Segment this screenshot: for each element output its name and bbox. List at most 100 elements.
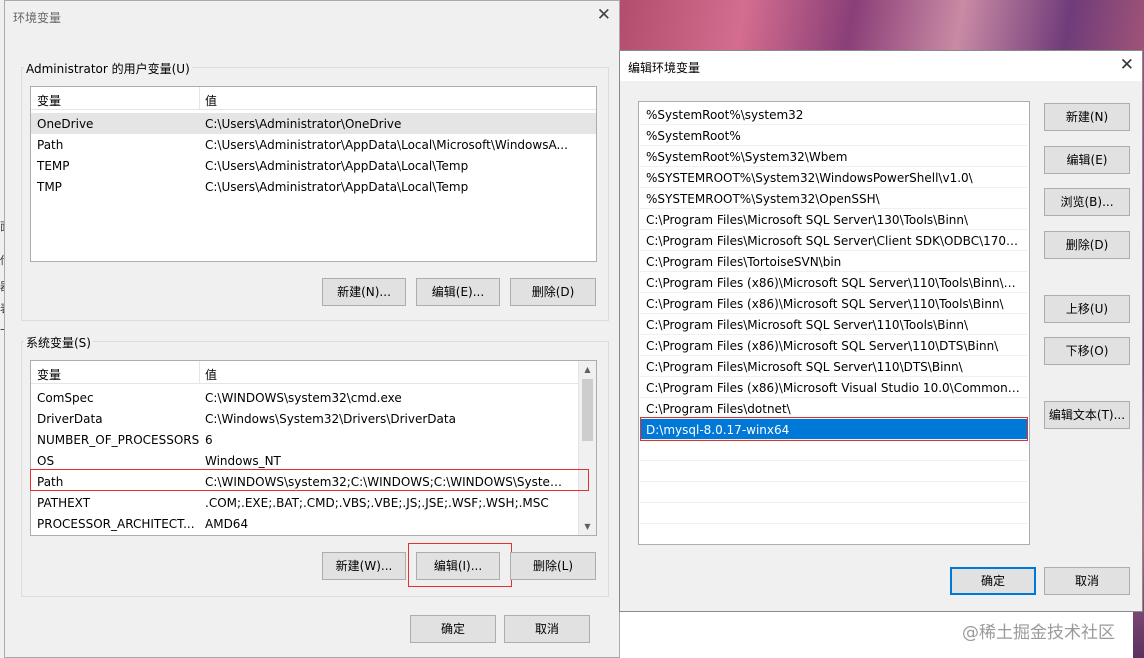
path-entry-text: C:\Program Files\Microsoft SQL Server\13… <box>646 213 969 227</box>
browse-button[interactable]: 浏览(B)... <box>1044 188 1130 216</box>
list-item[interactable]: C:\Program Files\Microsoft SQL Server\11… <box>640 314 1028 335</box>
list-item[interactable]: C:\Program Files (x86)\Microsoft SQL Ser… <box>640 335 1028 356</box>
path-entry-text: %SYSTEMROOT%\System32\OpenSSH\ <box>646 192 880 206</box>
cancel-button[interactable]: 取消 <box>504 615 590 643</box>
environment-variables-dialog: 环境变量 ✕ Administrator 的用户变量(U) 变量 值 OneDr… <box>4 0 620 658</box>
edit-path-button[interactable]: 编辑(E) <box>1044 146 1130 174</box>
empty-list-row[interactable] <box>640 461 1028 482</box>
var-name: PROCESSOR_ARCHITECT... <box>37 517 195 531</box>
system-variables-list[interactable]: 变量 值 ComSpec C:\WINDOWS\system32\cmd.exe… <box>30 360 597 536</box>
list-item[interactable]: C:\Program Files\Microsoft SQL Server\13… <box>640 209 1028 230</box>
empty-list-row[interactable] <box>640 482 1028 503</box>
var-value: C:\Users\Administrator\AppData\Local\Tem… <box>205 159 469 173</box>
scroll-up-icon[interactable]: ▲ <box>579 361 596 378</box>
var-value: Windows_NT <box>205 454 281 468</box>
list-item[interactable]: C:\Program Files\TortoiseSVN\bin <box>640 251 1028 272</box>
cancel-button[interactable]: 取消 <box>1044 567 1130 595</box>
list-item[interactable]: C:\Program Files (x86)\Microsoft SQL Ser… <box>640 272 1028 293</box>
table-row[interactable]: TEMP C:\Users\Administrator\AppData\Loca… <box>31 155 596 176</box>
title-bar[interactable]: 编辑环境变量 ✕ <box>620 51 1142 81</box>
column-header-value[interactable]: 值 <box>205 92 217 109</box>
list-item[interactable]: C:\Program Files\Microsoft SQL Server\Cl… <box>640 230 1028 251</box>
column-separator <box>199 87 200 109</box>
watermark: @稀土掘金技术社区 <box>962 623 1115 643</box>
table-row[interactable]: OS Windows_NT <box>31 450 579 471</box>
vertical-scrollbar[interactable]: ▲ ▼ <box>578 361 596 535</box>
dialog-title: 环境变量 <box>13 11 62 25</box>
table-row[interactable]: DriverData C:\Windows\System32\Drivers\D… <box>31 408 579 429</box>
user-edit-button[interactable]: 编辑(E)... <box>416 278 500 306</box>
user-variables-list[interactable]: 变量 值 OneDrive C:\Users\Administrator\One… <box>30 86 597 262</box>
column-header-variable[interactable]: 变量 <box>37 92 61 109</box>
var-name: PATHEXT <box>37 496 91 510</box>
var-value: C:\Windows\System32\Drivers\DriverData <box>205 412 456 426</box>
path-entry-text: C:\Program Files\Microsoft SQL Server\11… <box>646 318 969 332</box>
path-entry-text: %SYSTEMROOT%\System32\WindowsPowerShell\… <box>646 171 973 185</box>
path-entries-list[interactable]: %SystemRoot%\system32 %SystemRoot% %Syst… <box>638 101 1030 545</box>
var-name: TMP <box>37 180 62 194</box>
user-new-button[interactable]: 新建(N)... <box>322 278 406 306</box>
list-header: 变量 值 <box>31 361 579 384</box>
path-entry-text: %SystemRoot%\System32\Wbem <box>646 150 848 164</box>
list-item[interactable]: %SystemRoot%\System32\Wbem <box>640 146 1028 167</box>
column-header-value[interactable]: 值 <box>205 366 217 383</box>
var-value: C:\Users\Administrator\OneDrive <box>205 117 402 131</box>
var-name: DriverData <box>37 412 103 426</box>
var-value: 6 <box>205 433 213 447</box>
table-row[interactable]: PROCESSOR_ARCHITECT... AMD64 <box>31 513 579 534</box>
move-down-button[interactable]: 下移(O) <box>1044 337 1130 365</box>
system-variables-label: 系统变量(S) <box>24 334 93 351</box>
list-item[interactable]: %SYSTEMROOT%\System32\OpenSSH\ <box>640 188 1028 209</box>
path-entry-text: C:\Program Files\TortoiseSVN\bin <box>646 255 842 269</box>
delete-path-button[interactable]: 删除(D) <box>1044 231 1130 259</box>
scroll-down-icon[interactable]: ▼ <box>579 518 596 535</box>
scrollbar-thumb[interactable] <box>582 379 593 441</box>
var-value: C:\WINDOWS\system32\cmd.exe <box>205 391 402 405</box>
move-up-button[interactable]: 上移(U) <box>1044 295 1130 323</box>
user-delete-button[interactable]: 删除(D) <box>510 278 596 306</box>
edit-button-highlight <box>408 543 512 587</box>
table-row[interactable]: TMP C:\Users\Administrator\AppData\Local… <box>31 176 596 197</box>
var-name: TEMP <box>37 159 70 173</box>
path-entry-text: C:\Program Files (x86)\Microsoft SQL Ser… <box>646 339 999 353</box>
list-item[interactable]: %SYSTEMROOT%\System32\WindowsPowerShell\… <box>640 167 1028 188</box>
var-value: AMD64 <box>205 517 249 531</box>
path-entry-text: %SystemRoot% <box>646 129 741 143</box>
column-header-variable[interactable]: 变量 <box>37 366 61 383</box>
empty-list-row[interactable] <box>640 440 1028 461</box>
list-item[interactable]: C:\Program Files (x86)\Microsoft SQL Ser… <box>640 293 1028 314</box>
var-name: OneDrive <box>37 117 94 131</box>
var-value: C:\Users\Administrator\AppData\Local\Tem… <box>205 180 469 194</box>
table-row[interactable]: PATHEXT .COM;.EXE;.BAT;.CMD;.VBS;.VBE;.J… <box>31 492 579 513</box>
empty-list-row[interactable] <box>640 503 1028 524</box>
path-entry-text: C:\Program Files\Microsoft SQL Server\Cl… <box>646 234 1022 248</box>
path-row-highlight <box>30 469 589 491</box>
mysql-entry-highlight <box>640 417 1028 441</box>
var-value: .COM;.EXE;.BAT;.CMD;.VBS;.VBE;.JS;.JSE;.… <box>205 496 549 510</box>
var-name: Path <box>37 138 64 152</box>
list-header: 变量 值 <box>31 87 596 110</box>
path-entry-text: C:\Program Files\Microsoft SQL Server\11… <box>646 360 963 374</box>
column-separator <box>199 361 200 383</box>
system-new-button[interactable]: 新建(W)... <box>322 552 406 580</box>
edit-environment-variable-dialog: 编辑环境变量 ✕ %SystemRoot%\system32 %SystemRo… <box>619 50 1143 612</box>
table-row[interactable]: ComSpec C:\WINDOWS\system32\cmd.exe <box>31 387 579 408</box>
list-item[interactable]: %SystemRoot%\system32 <box>640 104 1028 125</box>
ok-button[interactable]: 确定 <box>410 615 496 643</box>
list-item[interactable]: C:\Program Files\dotnet\ <box>640 398 1028 419</box>
edit-text-button[interactable]: 编辑文本(T)... <box>1044 401 1130 429</box>
path-entry-text: C:\Program Files (x86)\Microsoft Visual … <box>646 381 1022 395</box>
var-value: C:\Users\Administrator\AppData\Local\Mic… <box>205 138 568 152</box>
new-path-button[interactable]: 新建(N) <box>1044 103 1130 131</box>
system-delete-button[interactable]: 删除(L) <box>510 552 596 580</box>
close-icon[interactable]: ✕ <box>1120 55 1134 75</box>
list-item[interactable]: C:\Program Files (x86)\Microsoft Visual … <box>640 377 1028 398</box>
table-row[interactable]: NUMBER_OF_PROCESSORS 6 <box>31 429 579 450</box>
close-icon[interactable]: ✕ <box>597 5 611 25</box>
ok-button[interactable]: 确定 <box>950 567 1036 595</box>
path-entry-text: C:\Program Files (x86)\Microsoft SQL Ser… <box>646 276 1022 290</box>
list-item[interactable]: %SystemRoot% <box>640 125 1028 146</box>
table-row[interactable]: OneDrive C:\Users\Administrator\OneDrive <box>31 113 596 134</box>
table-row[interactable]: Path C:\Users\Administrator\AppData\Loca… <box>31 134 596 155</box>
list-item[interactable]: C:\Program Files\Microsoft SQL Server\11… <box>640 356 1028 377</box>
